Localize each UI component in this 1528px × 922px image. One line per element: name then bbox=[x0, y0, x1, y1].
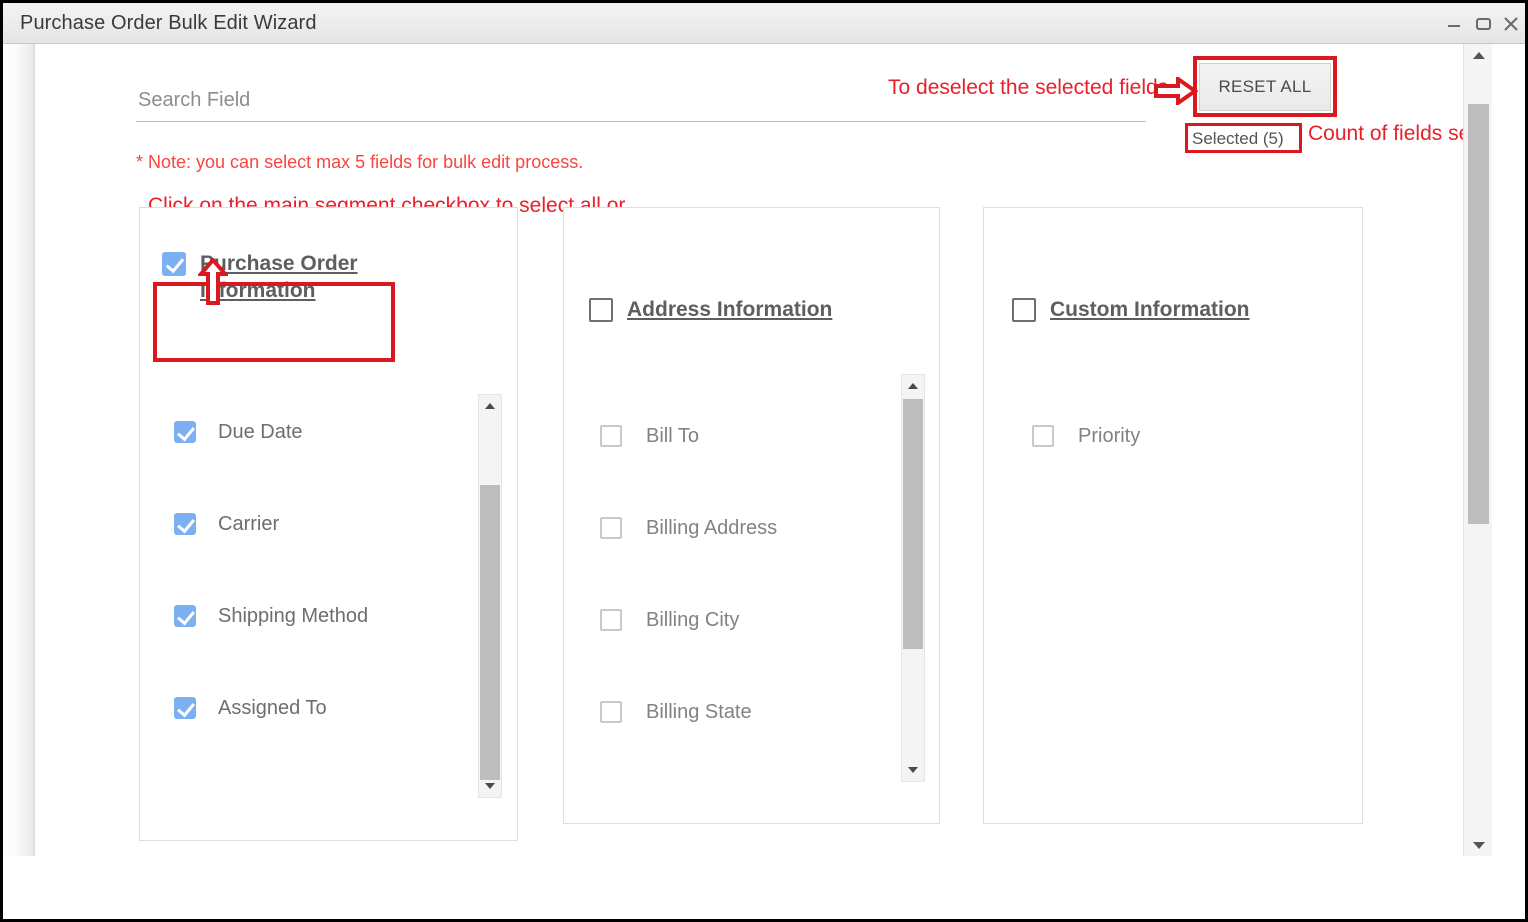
window-title: Purchase Order Bulk Edit Wizard bbox=[20, 12, 317, 34]
window-body: To deselect the selected fields RESET AL… bbox=[3, 44, 1525, 919]
annotation-deselect-text: To deselect the selected fields bbox=[888, 76, 1169, 99]
field-label-bill-to: Bill To bbox=[646, 424, 699, 447]
field-label-billing-state: Billing State bbox=[646, 700, 752, 723]
scroll-up-icon[interactable] bbox=[1464, 44, 1492, 66]
selected-count-badge: Selected (5) bbox=[1192, 128, 1284, 148]
scroll-down-icon[interactable] bbox=[479, 776, 501, 796]
field-label-priority: Priority bbox=[1078, 424, 1141, 447]
field-list-custom-information: Priority bbox=[1032, 390, 1332, 482]
segment-title-address-information: Address Information bbox=[627, 298, 833, 321]
segment-header-custom-information[interactable]: Custom Information bbox=[1012, 296, 1250, 323]
scrollbar-thumb[interactable] bbox=[480, 485, 500, 780]
close-icon[interactable] bbox=[1500, 13, 1522, 35]
field-checkbox-billing-city[interactable] bbox=[600, 609, 622, 631]
field-row-bill-to[interactable]: Bill To bbox=[600, 390, 900, 482]
field-checkbox-assigned-to[interactable] bbox=[174, 697, 196, 719]
field-list-address-information: Bill To Billing Address Billing City Bil… bbox=[600, 390, 900, 758]
field-checkbox-bill-to[interactable] bbox=[600, 425, 622, 447]
field-checkbox-billing-address[interactable] bbox=[600, 517, 622, 539]
scrollbar-thumb[interactable] bbox=[903, 399, 923, 649]
field-label-billing-city: Billing City bbox=[646, 608, 740, 631]
note-text: * Note: you can select max 5 fields for … bbox=[136, 152, 584, 172]
arrow-up-icon bbox=[196, 256, 230, 311]
segment-panel-address-information: Address Information Bill To Billing Addr… bbox=[563, 207, 940, 824]
title-bar: Purchase Order Bulk Edit Wizard bbox=[3, 3, 1525, 44]
minimize-icon[interactable] bbox=[1443, 13, 1465, 35]
field-checkbox-billing-state[interactable] bbox=[600, 701, 622, 723]
purchase-order-bulk-edit-wizard-window: Purchase Order Bulk Edit Wizard To desel… bbox=[0, 0, 1528, 922]
segment-checkbox-purchase-order-information[interactable] bbox=[162, 252, 186, 276]
field-row-priority[interactable]: Priority bbox=[1032, 390, 1332, 482]
field-list-purchase-order-information: Due Date Carrier Shipping Method Assigne… bbox=[174, 386, 474, 754]
field-row-shipping-method[interactable]: Shipping Method bbox=[174, 570, 474, 662]
segment-title-custom-information: Custom Information bbox=[1050, 298, 1250, 321]
segment-header-address-information[interactable]: Address Information bbox=[589, 296, 832, 323]
field-row-billing-state[interactable]: Billing State bbox=[600, 666, 900, 758]
scrollbar-address-information[interactable] bbox=[901, 374, 925, 782]
field-checkbox-due-date[interactable] bbox=[174, 421, 196, 443]
scrollbar-purchase-order-information[interactable] bbox=[478, 394, 502, 798]
main-scrollbar[interactable] bbox=[1463, 44, 1492, 856]
field-label-due-date: Due Date bbox=[218, 420, 303, 443]
field-row-billing-address[interactable]: Billing Address bbox=[600, 482, 900, 574]
scrollbar-thumb[interactable] bbox=[1468, 104, 1489, 524]
field-row-carrier[interactable]: Carrier bbox=[174, 478, 474, 570]
scroll-up-icon[interactable] bbox=[902, 376, 924, 396]
field-label-shipping-method: Shipping Method bbox=[218, 604, 369, 627]
field-label-billing-address: Billing Address bbox=[646, 516, 778, 539]
scroll-down-icon[interactable] bbox=[902, 760, 924, 780]
wizard-content: To deselect the selected fields RESET AL… bbox=[36, 44, 1492, 856]
field-checkbox-carrier[interactable] bbox=[174, 513, 196, 535]
scroll-up-icon[interactable] bbox=[479, 396, 501, 416]
scroll-down-icon[interactable] bbox=[1464, 834, 1492, 856]
left-gutter bbox=[3, 44, 35, 856]
maximize-icon[interactable] bbox=[1472, 13, 1494, 35]
field-label-assigned-to: Assigned To bbox=[218, 696, 327, 719]
reset-all-button[interactable]: RESET ALL bbox=[1199, 63, 1331, 111]
segment-panel-custom-information: Custom Information Priority bbox=[983, 207, 1363, 824]
field-label-carrier: Carrier bbox=[218, 512, 280, 535]
field-row-assigned-to[interactable]: Assigned To bbox=[174, 662, 474, 754]
arrow-right-icon bbox=[1154, 75, 1199, 110]
field-checkbox-shipping-method[interactable] bbox=[174, 605, 196, 627]
field-row-billing-city[interactable]: Billing City bbox=[600, 574, 900, 666]
segment-panel-purchase-order-information: Purchase Order Information Due Date Carr… bbox=[139, 207, 518, 841]
segment-checkbox-address-information[interactable] bbox=[589, 298, 613, 322]
segment-header-purchase-order-information[interactable]: Purchase Order Information bbox=[162, 250, 380, 304]
segment-checkbox-custom-information[interactable] bbox=[1012, 298, 1036, 322]
field-row-due-date[interactable]: Due Date bbox=[174, 386, 474, 478]
field-checkbox-priority[interactable] bbox=[1032, 425, 1054, 447]
